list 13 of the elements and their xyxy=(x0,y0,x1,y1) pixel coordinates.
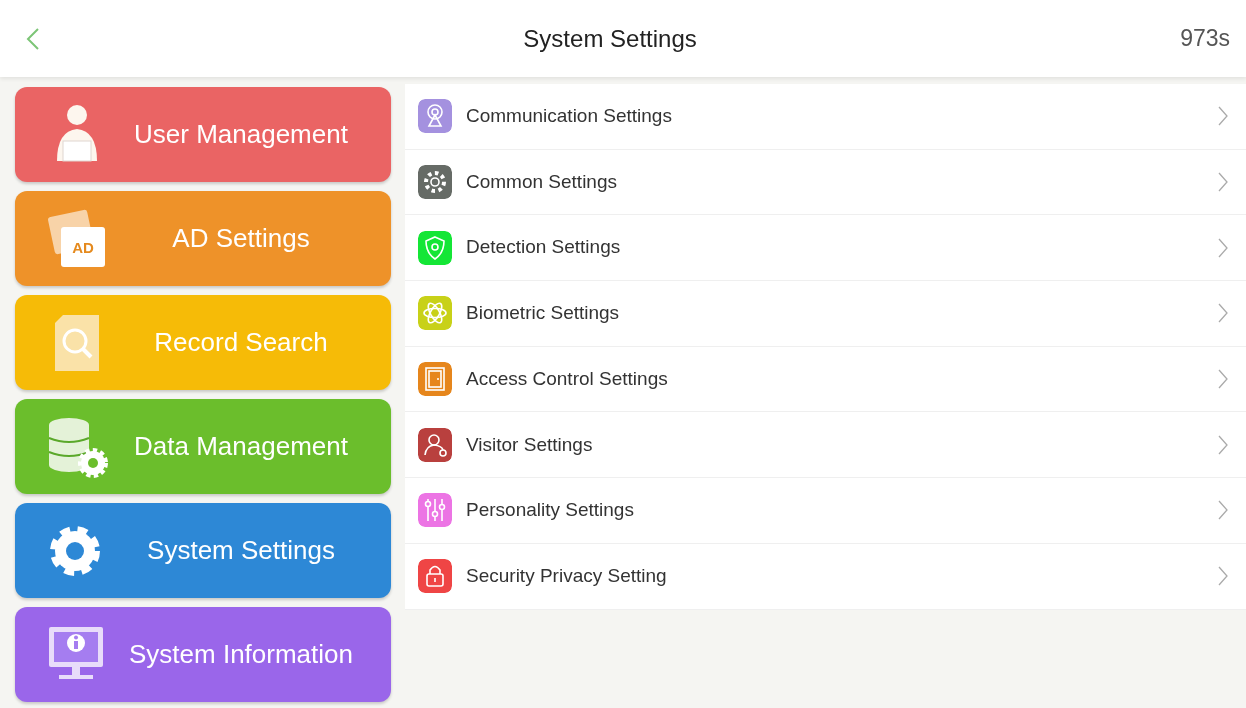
chevron-right-icon xyxy=(1218,566,1228,587)
countdown-timer: 973s xyxy=(1180,24,1230,54)
chevron-right-icon xyxy=(1218,172,1228,193)
menu-tile[interactable]: System Information xyxy=(15,607,391,702)
chevron-right-icon xyxy=(1218,106,1228,127)
chevron-right-icon xyxy=(1218,500,1228,521)
chevron-right-icon xyxy=(1218,434,1228,455)
chevron-right-icon xyxy=(1218,237,1228,258)
screen-title: System Settings xyxy=(523,23,697,54)
chevron-right-icon xyxy=(1218,303,1228,324)
menu-tile[interactable]: System Settings xyxy=(15,503,391,598)
chevron-right-icon xyxy=(1218,369,1228,390)
back-icon[interactable] xyxy=(26,26,40,51)
